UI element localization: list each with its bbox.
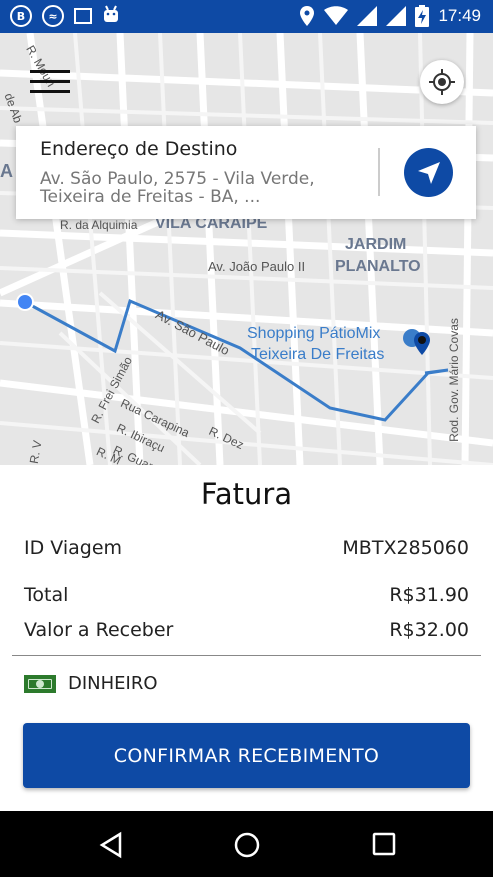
wifi-icon — [324, 6, 349, 25]
menu-line-icon — [30, 70, 70, 73]
map-label-r-alquimia: R. da Alquimia — [60, 218, 138, 232]
signal-icon — [357, 6, 378, 26]
map-label-shopping-name: Shopping PátioMix — [247, 325, 381, 342]
total-value: R$31.90 — [389, 584, 469, 606]
map-label-av-joao-paulo: Av. João Paulo II — [208, 259, 306, 274]
trip-id-row: ID Viagem MBTX285060 — [24, 537, 469, 559]
destination-divider — [378, 148, 380, 196]
back-icon[interactable] — [98, 831, 124, 859]
recents-icon[interactable] — [371, 831, 397, 857]
status-system-icons: 17:49 — [299, 5, 481, 27]
trip-id-label: ID Viagem — [24, 537, 123, 559]
trip-id-value: MBTX285060 — [342, 537, 469, 559]
android-icon — [104, 5, 118, 22]
payment-method: DINHEIRO — [24, 673, 158, 694]
status-notification-icons: B ≈ — [10, 5, 120, 27]
cash-icon — [24, 674, 56, 693]
navigate-button[interactable] — [404, 148, 453, 197]
map-label-a: A — [0, 161, 13, 181]
android-nav-bar — [0, 811, 493, 877]
menu-line-icon — [30, 80, 70, 83]
navigation-arrow-icon — [417, 161, 440, 184]
total-label: Total — [24, 584, 69, 606]
destination-title: Endereço de Destino — [40, 138, 238, 160]
destination-address: Av. São Paulo, 2575 - Vila Verde, Teixei… — [40, 169, 315, 207]
menu-line-icon — [30, 90, 70, 93]
crosshair-icon — [429, 69, 455, 95]
invoice-sheet: Fatura ID Viagem MBTX285060 Total R$31.9… — [0, 465, 493, 811]
confirm-receipt-button[interactable]: CONFIRMAR RECEBIMENTO — [23, 723, 470, 788]
invoice-divider — [12, 655, 481, 656]
status-bar: B ≈ 17:49 — [0, 0, 493, 33]
location-icon — [300, 6, 315, 26]
payment-method-label: DINHEIRO — [68, 673, 158, 694]
battery-charging-icon — [415, 5, 430, 27]
destination-pin-icon — [403, 329, 430, 355]
invoice-title: Fatura — [200, 477, 293, 511]
map-view[interactable]: R. Mouri de Ab A R. da Alquimia VILA CAR… — [0, 33, 493, 465]
map-label-planalto: PLANALTO — [335, 258, 421, 275]
receive-label: Valor a Receber — [24, 619, 174, 641]
b-icon: B — [10, 5, 32, 27]
status-time: 17:49 — [438, 6, 481, 25]
home-icon[interactable] — [233, 831, 261, 859]
map-streets — [0, 33, 493, 465]
map-label-jardim: JARDIM — [345, 236, 407, 253]
menu-button[interactable] — [30, 70, 70, 98]
receive-row: Valor a Receber R$32.00 — [24, 619, 469, 641]
destination-card[interactable]: Endereço de Destino Av. São Paulo, 2575 … — [16, 126, 476, 219]
image-icon — [74, 8, 92, 24]
total-row: Total R$31.90 — [24, 584, 469, 606]
signal-icon — [386, 6, 407, 26]
cloud-icon: ≈ — [42, 5, 64, 27]
my-location-button[interactable] — [420, 60, 464, 104]
map-label-rod-gov: Rod. Gov. Mário Covas — [446, 318, 461, 442]
map-label-shopping-city: Teixeira De Freitas — [251, 346, 385, 363]
receive-value: R$32.00 — [389, 619, 469, 641]
